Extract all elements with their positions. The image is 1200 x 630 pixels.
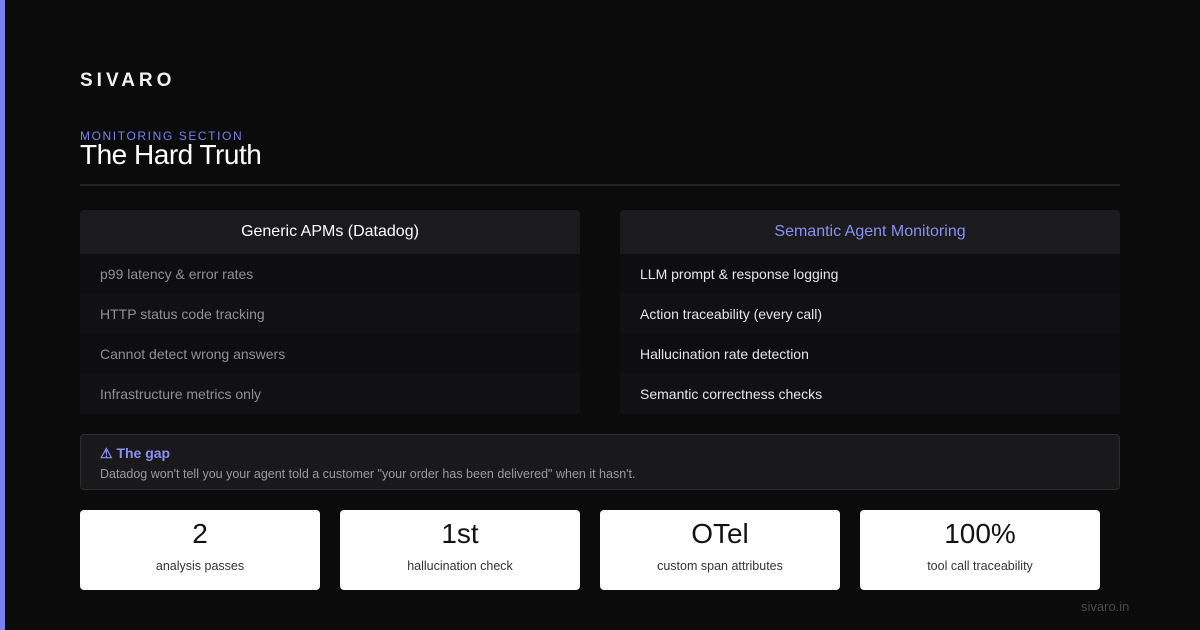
footer-url: sivaro.in [1081,599,1130,614]
list-item: HTTP status code tracking [80,294,580,334]
gap-text: Datadog won't tell you your agent told a… [100,467,636,481]
stat-card-otel: OTel custom span attributes [600,510,840,590]
semantic-monitoring-column: Semantic Agent Monitoring LLM prompt & r… [620,210,1120,414]
generic-apm-heading: Generic APMs (Datadog) [80,210,580,254]
stat-label: analysis passes [155,559,245,573]
gap-title: ⚠ The gap [100,445,171,461]
page-title: The Hard Truth [80,139,262,170]
list-item: Infrastructure metrics only [80,374,580,414]
stat-value: 2 [192,518,208,549]
stat-card-traceability: 100% tool call traceability [860,510,1100,590]
list-item: LLM prompt & response logging [620,254,1120,294]
stat-card-hallucination: 1st hallucination check [340,510,580,590]
accent-bar [0,0,5,630]
list-item: p99 latency & error rates [80,254,580,294]
stat-card-passes: 2 analysis passes [80,510,320,590]
list-item: Hallucination rate detection [620,334,1120,374]
brand-logo: SIVARO [80,70,176,91]
generic-apm-column: Generic APMs (Datadog) p99 latency & err… [80,210,580,414]
stat-label: custom span attributes [657,559,783,573]
stat-value: OTel [691,518,749,549]
gap-callout: ⚠ The gap Datadog won't tell you your ag… [80,434,1120,490]
list-item: Action traceability (every call) [620,294,1120,334]
stat-value: 1st [441,518,479,549]
list-item: Cannot detect wrong answers [80,334,580,374]
title-divider [80,184,1120,186]
semantic-monitoring-heading: Semantic Agent Monitoring [620,210,1120,254]
stat-label: tool call traceability [927,559,1033,573]
stat-value: 100% [944,518,1016,549]
stat-label: hallucination check [407,559,513,573]
list-item: Semantic correctness checks [620,374,1120,414]
